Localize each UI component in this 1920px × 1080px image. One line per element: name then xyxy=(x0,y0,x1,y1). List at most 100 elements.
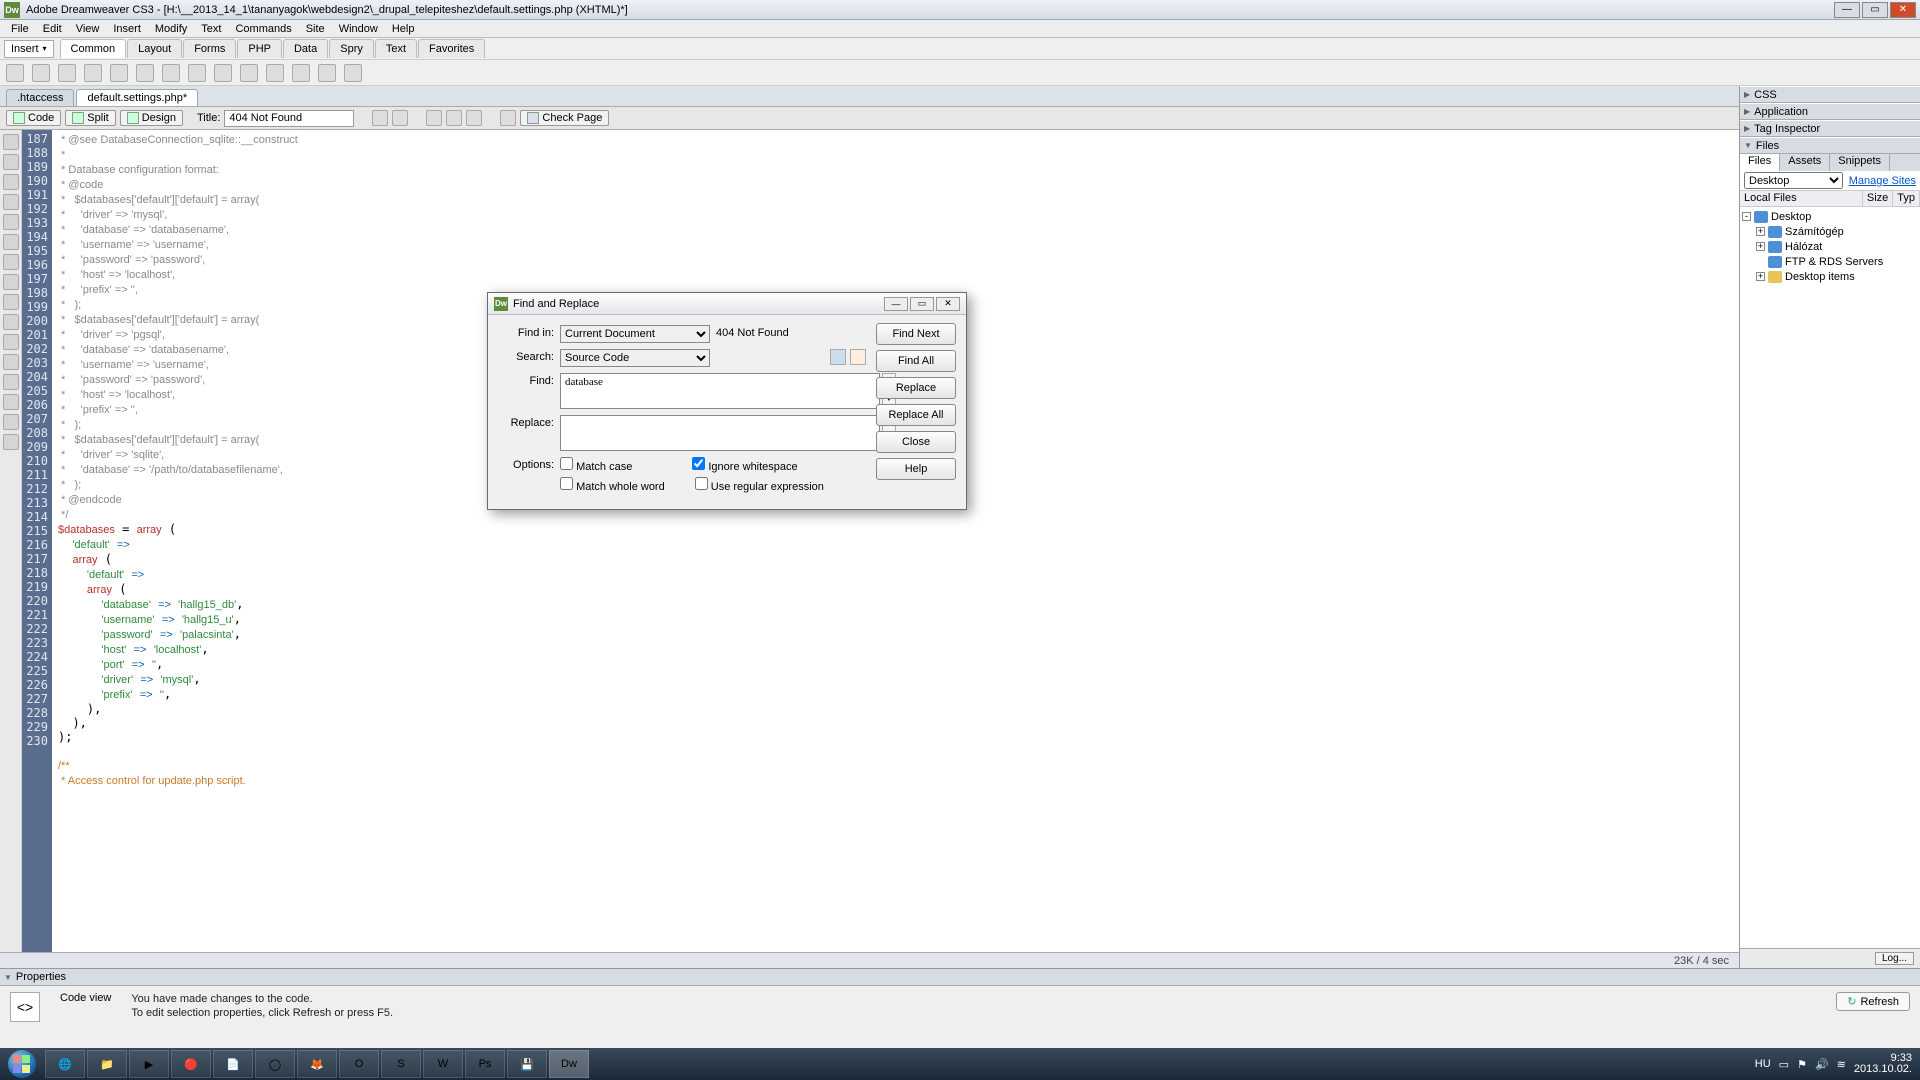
col-local-files[interactable]: Local Files xyxy=(1740,191,1863,206)
preview-globe-icon[interactable] xyxy=(392,110,408,126)
log-button[interactable]: Log... xyxy=(1875,952,1914,965)
findin-select[interactable]: Current Document xyxy=(560,325,710,343)
validate-icon[interactable] xyxy=(500,110,516,126)
replace-input[interactable] xyxy=(560,415,880,451)
close-button[interactable]: Close xyxy=(876,431,956,453)
code-editor[interactable]: * @see DatabaseConnection_sqlite::__cons… xyxy=(52,130,1739,952)
insert-tab-data[interactable]: Data xyxy=(283,39,328,58)
css-panel-header[interactable]: CSS xyxy=(1740,86,1920,103)
insert-tab-spry[interactable]: Spry xyxy=(329,39,374,58)
open-docs-icon[interactable] xyxy=(3,134,19,150)
insert-dropdown[interactable]: Insert xyxy=(4,40,54,58)
find-all-button[interactable]: Find All xyxy=(876,350,956,372)
col-type[interactable]: Typ xyxy=(1893,191,1920,206)
tray-volume-icon[interactable]: 🔊 xyxy=(1815,1058,1829,1071)
menu-text[interactable]: Text xyxy=(194,21,228,37)
tag-inspector-panel-header[interactable]: Tag Inspector xyxy=(1740,120,1920,137)
tree-item[interactable]: +Desktop items xyxy=(1742,269,1918,284)
tray-network-icon[interactable]: ≋ xyxy=(1837,1058,1846,1071)
dialog-maximize-button[interactable]: ▭ xyxy=(910,297,934,311)
taskbar-app1[interactable]: 🔴 xyxy=(171,1050,211,1078)
date-icon[interactable] xyxy=(188,64,206,82)
tray-flag-icon[interactable]: ▭ xyxy=(1779,1058,1789,1071)
menu-commands[interactable]: Commands xyxy=(228,21,298,37)
split-view-button[interactable]: Split xyxy=(65,110,115,126)
table-icon[interactable] xyxy=(84,64,102,82)
col-size[interactable]: Size xyxy=(1863,191,1893,206)
insert-tab-favorites[interactable]: Favorites xyxy=(418,39,485,58)
insert-tab-php[interactable]: PHP xyxy=(237,39,282,58)
taskbar-photoshop[interactable]: Ps xyxy=(465,1050,505,1078)
taskbar-firefox[interactable]: 🦊 xyxy=(297,1050,337,1078)
insert-tab-forms[interactable]: Forms xyxy=(183,39,236,58)
maximize-button[interactable]: ▭ xyxy=(1862,2,1888,18)
refresh-icon[interactable] xyxy=(426,110,442,126)
option-match-case[interactable]: Match case xyxy=(560,457,632,473)
syntax-color-icon[interactable] xyxy=(3,274,19,290)
script-icon[interactable] xyxy=(292,64,310,82)
menu-insert[interactable]: Insert xyxy=(106,21,148,37)
files-tab-snippets[interactable]: Snippets xyxy=(1830,154,1890,171)
tree-item[interactable]: FTP & RDS Servers xyxy=(1742,254,1918,269)
minimize-button[interactable]: — xyxy=(1834,2,1860,18)
application-panel-header[interactable]: Application xyxy=(1740,103,1920,120)
properties-header[interactable]: Properties xyxy=(0,969,1920,986)
media-icon[interactable] xyxy=(162,64,180,82)
tree-item[interactable]: -Desktop xyxy=(1742,209,1918,224)
tree-item[interactable]: +Számítógép xyxy=(1742,224,1918,239)
tree-item[interactable]: +Hálózat xyxy=(1742,239,1918,254)
taskbar-opera[interactable]: O xyxy=(339,1050,379,1078)
start-button[interactable] xyxy=(8,1050,44,1078)
option-regex[interactable]: Use regular expression xyxy=(695,477,824,493)
email-link-icon[interactable] xyxy=(32,64,50,82)
tray-action-center-icon[interactable]: ⚑ xyxy=(1797,1058,1807,1071)
replace-all-button[interactable]: Replace All xyxy=(876,404,956,426)
snippet-icon[interactable] xyxy=(3,354,19,370)
option-ignore-whitespace[interactable]: Ignore whitespace xyxy=(692,457,797,473)
div-icon[interactable] xyxy=(110,64,128,82)
document-tab[interactable]: default.settings.php* xyxy=(76,89,198,106)
files-tab-assets[interactable]: Assets xyxy=(1780,154,1830,171)
menu-site[interactable]: Site xyxy=(299,21,332,37)
check-page-button[interactable]: Check Page xyxy=(520,110,609,126)
head-icon[interactable] xyxy=(266,64,284,82)
taskbar-mediaplayer[interactable]: ▶ xyxy=(129,1050,169,1078)
word-wrap-icon[interactable] xyxy=(3,314,19,330)
site-selector[interactable]: Desktop xyxy=(1744,172,1843,189)
format-icon[interactable] xyxy=(3,414,19,430)
tray-lang[interactable]: HU xyxy=(1755,1058,1771,1070)
dialog-close-button[interactable]: ✕ xyxy=(936,297,960,311)
select-parent-icon[interactable] xyxy=(3,194,19,210)
taskbar-save[interactable]: 💾 xyxy=(507,1050,547,1078)
option-whole-word[interactable]: Match whole word xyxy=(560,477,665,493)
taskbar-skype[interactable]: S xyxy=(381,1050,421,1078)
insert-tab-common[interactable]: Common xyxy=(60,39,127,58)
insert-tab-layout[interactable]: Layout xyxy=(127,39,182,58)
save-query-icon[interactable] xyxy=(830,349,846,365)
taskbar-notepad[interactable]: 📄 xyxy=(213,1050,253,1078)
search-select[interactable]: Source Code xyxy=(560,349,710,367)
insert-tab-text[interactable]: Text xyxy=(375,39,417,58)
expand-icon[interactable] xyxy=(3,174,19,190)
menu-file[interactable]: File xyxy=(4,21,36,37)
find-input[interactable]: database xyxy=(560,373,880,409)
taskbar-dreamweaver[interactable]: Dw xyxy=(549,1050,589,1078)
hidden-chars-icon[interactable] xyxy=(3,334,19,350)
collapse-icon[interactable] xyxy=(3,154,19,170)
title-input[interactable] xyxy=(224,110,354,127)
no-browser-check-icon[interactable] xyxy=(372,110,388,126)
menu-view[interactable]: View xyxy=(69,21,107,37)
hyperlink-icon[interactable] xyxy=(6,64,24,82)
tray-clock[interactable]: 9:332013.10.02. xyxy=(1854,1053,1912,1075)
templates-icon[interactable] xyxy=(318,64,336,82)
ssi-icon[interactable] xyxy=(214,64,232,82)
taskbar-chrome[interactable]: ◯ xyxy=(255,1050,295,1078)
refresh-button[interactable]: Refresh xyxy=(1836,992,1910,1011)
close-button[interactable]: ✕ xyxy=(1890,2,1916,18)
document-tab[interactable]: .htaccess xyxy=(6,89,74,106)
visual-aids-icon[interactable] xyxy=(466,110,482,126)
design-view-button[interactable]: Design xyxy=(120,110,183,126)
taskbar-ie[interactable]: 🌐 xyxy=(45,1050,85,1078)
line-numbers-icon[interactable] xyxy=(3,234,19,250)
menu-help[interactable]: Help xyxy=(385,21,422,37)
